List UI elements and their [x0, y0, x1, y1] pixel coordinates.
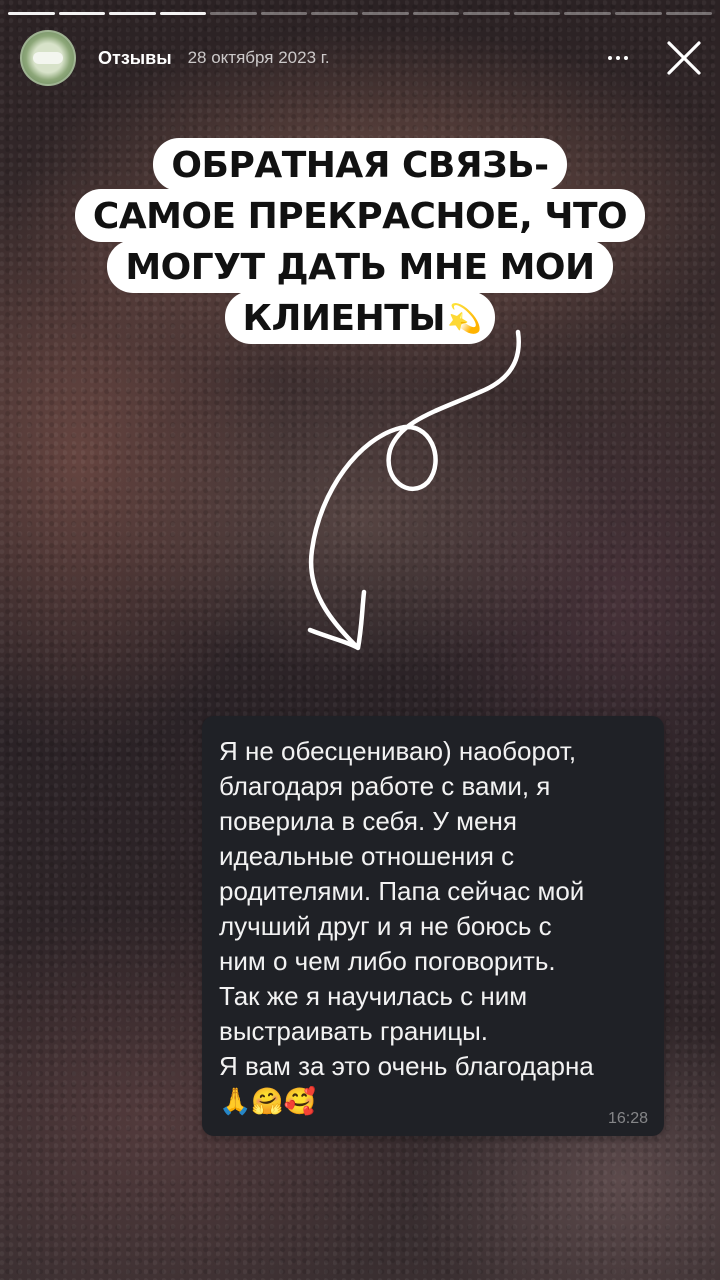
more-dots-icon-dot-3	[624, 56, 628, 60]
progress-segment	[109, 12, 156, 15]
curly-arrow-icon	[307, 329, 521, 651]
message-line: лучший друг и я не боюсь с	[219, 911, 552, 941]
message-line: поверила в себя. У меня	[219, 806, 517, 836]
story-header: Отзывы 28 октября 2023 г.	[20, 30, 706, 86]
message-line: благодаря работе с вами, я	[219, 771, 551, 801]
progress-segment	[210, 12, 257, 15]
sticker-line-text: САМОЕ ПРЕКРАСНОЕ, ЧТО	[74, 189, 646, 242]
progress-segment	[311, 12, 359, 15]
sticker-line: ОБРАТНАЯ СВЯЗЬ-	[0, 138, 720, 191]
sticker-line: МОГУТ ДАТЬ МНЕ МОИ	[0, 240, 720, 293]
message-line: Я вам за это очень благодарна	[219, 1051, 594, 1081]
more-dots-icon-dot-2	[616, 56, 620, 60]
progress-segment	[665, 12, 713, 15]
story-progress-bar	[8, 12, 713, 15]
progress-segment	[463, 12, 510, 15]
sticker-line: САМОЕ ПРЕКРАСНОЕ, ЧТО	[0, 189, 720, 242]
message-line: ним о чем либо поговорить.	[219, 946, 556, 976]
progress-segment	[159, 12, 207, 15]
message-text: Я не обесцениваю) наоборот, благодаря ра…	[219, 734, 650, 1118]
progress-segment	[260, 12, 308, 15]
sticker-line-text: ОБРАТНАЯ СВЯЗЬ-	[153, 138, 567, 191]
message-line: родителями. Папа сейчас мой	[219, 876, 585, 906]
progress-segment	[513, 12, 561, 15]
more-options-button[interactable]	[598, 38, 638, 78]
progress-segment	[412, 12, 460, 15]
account-name[interactable]: Отзывы	[98, 48, 172, 69]
message-emojis: 🙏🤗🥰	[219, 1086, 317, 1116]
message-timestamp: 16:28	[607, 1110, 648, 1127]
message-line: Так же я научилась с ним	[219, 981, 528, 1011]
post-date: 28 октября 2023 г.	[187, 48, 330, 67]
avatar-logo	[33, 52, 63, 64]
avatar[interactable]	[20, 30, 76, 86]
message-line: Я не обесцениваю) наоборот,	[219, 736, 577, 766]
progress-segment	[564, 12, 611, 15]
message-line: выстраивать границы.	[219, 1016, 489, 1046]
close-button[interactable]	[662, 36, 706, 80]
story-text-sticker: ОБРАТНАЯ СВЯЗЬ- САМОЕ ПРЕКРАСНОЕ, ЧТО МО…	[0, 138, 720, 344]
close-icon	[667, 41, 701, 75]
progress-segment	[614, 12, 662, 15]
sticker-line-text: МОГУТ ДАТЬ МНЕ МОИ	[107, 240, 613, 293]
progress-segment	[362, 12, 409, 15]
message-line: идеальные отношения с	[219, 841, 515, 871]
progress-segment	[58, 12, 106, 15]
progress-segment	[8, 12, 55, 15]
message-bubble: Я не обесцениваю) наоборот, благодаря ра…	[202, 716, 664, 1136]
more-dots-icon	[608, 56, 612, 60]
